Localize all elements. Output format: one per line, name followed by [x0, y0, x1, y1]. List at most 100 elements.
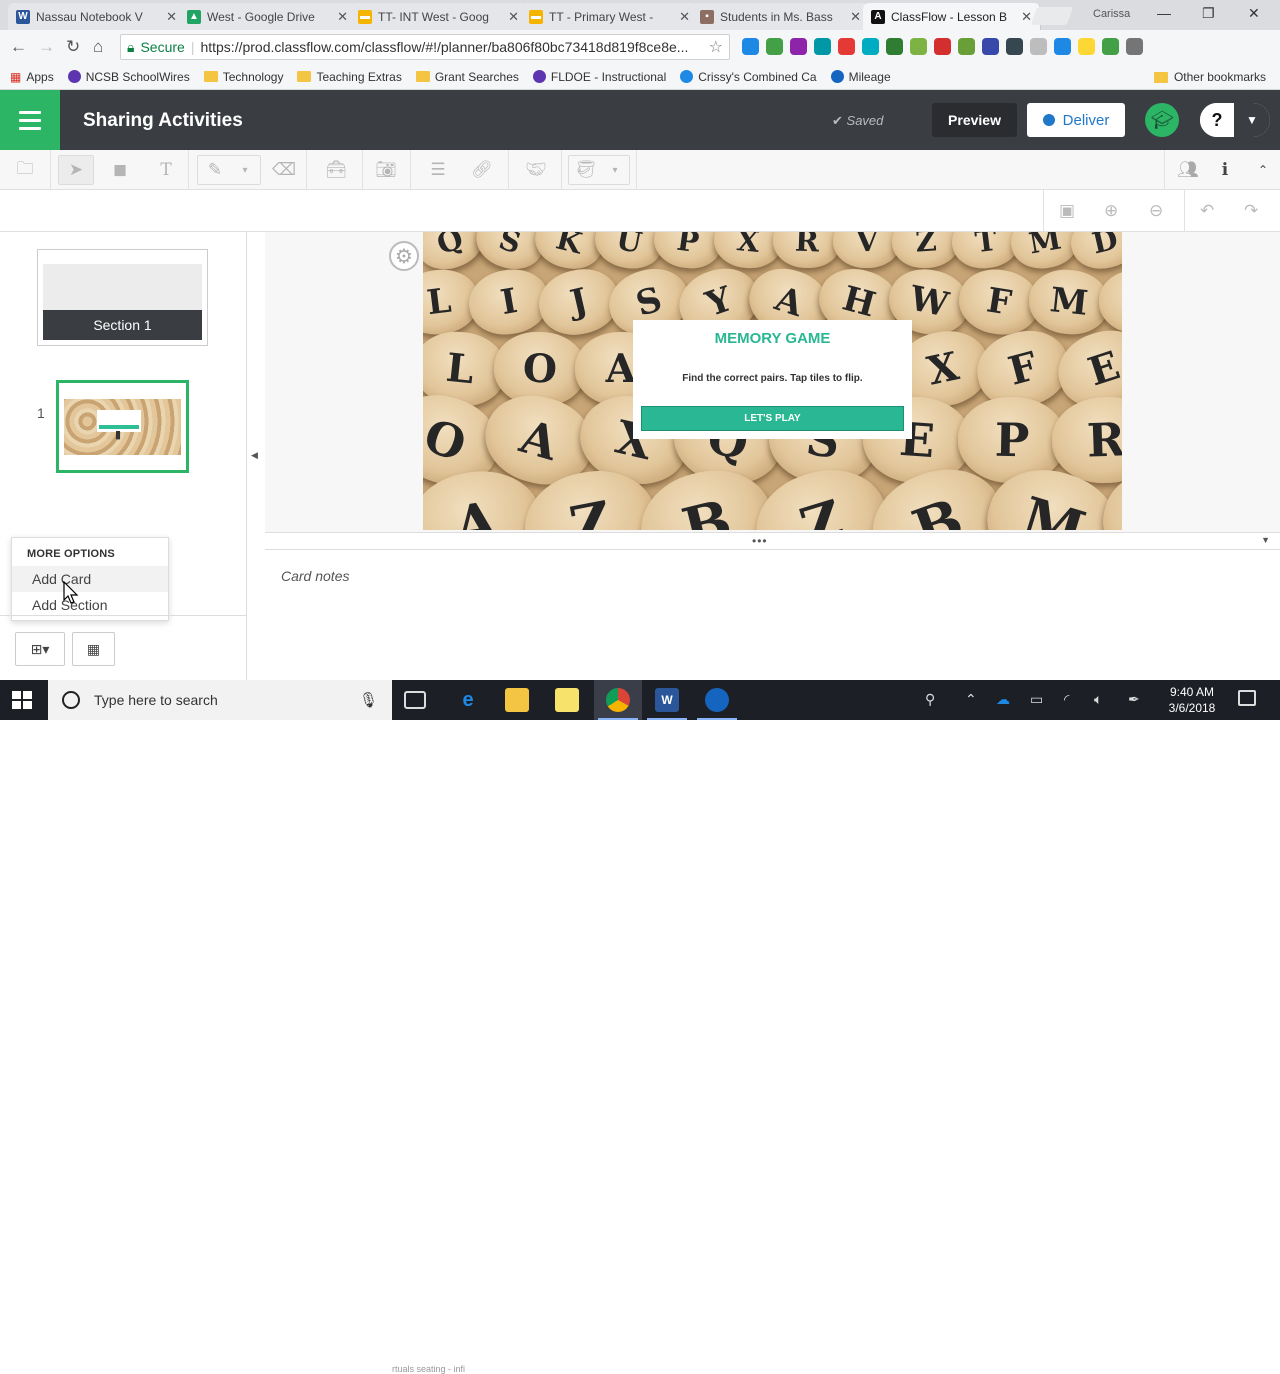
section-card[interactable]: Section 1: [37, 249, 208, 346]
chrome-profile-name[interactable]: Carissa: [1093, 8, 1130, 20]
fill-tool[interactable]: 🪣︎ ▾: [568, 155, 630, 185]
people-icon[interactable]: 👥︎: [1173, 156, 1203, 184]
list-icon[interactable]: ☰: [420, 156, 456, 184]
eraser-icon[interactable]: ⌫: [269, 156, 299, 184]
folder-add-icon[interactable]: 🗀: [10, 156, 40, 184]
settings-gear-icon[interactable]: ⚙: [389, 241, 419, 271]
hamburger-menu-icon[interactable]: [0, 90, 60, 150]
close-window-icon[interactable]: ✕: [1248, 5, 1260, 22]
home-icon[interactable]: ⌂: [93, 37, 103, 57]
onedrive-icon[interactable]: ☁: [996, 691, 1010, 708]
sticky-notes-icon[interactable]: [555, 688, 579, 712]
extension-icon[interactable]: [934, 38, 951, 55]
extension-icon[interactable]: [910, 38, 927, 55]
extension-icon[interactable]: [790, 38, 807, 55]
help-icon[interactable]: ?: [1200, 103, 1234, 137]
collapse-panel-icon[interactable]: ◀: [251, 450, 258, 461]
info-icon[interactable]: ℹ: [1210, 156, 1240, 184]
browser-tab[interactable]: ▪ Students in Ms. Bass ✕: [692, 3, 870, 30]
extension-icon[interactable]: [1054, 38, 1071, 55]
bookmark-item[interactable]: Technology: [203, 70, 283, 84]
extension-icon[interactable]: [862, 38, 879, 55]
notes-resize-bar[interactable]: ••• ▼: [265, 532, 1280, 550]
bookmark-item[interactable]: Crissy's Combined Ca: [680, 70, 817, 84]
shapes-icon[interactable]: ◼: [105, 156, 135, 184]
bookmark-item[interactable]: Grant Searches: [415, 70, 519, 84]
new-tab-button[interactable]: [1030, 7, 1074, 25]
action-center-icon[interactable]: [1238, 690, 1256, 706]
pen-workspace-icon[interactable]: ✒: [1128, 691, 1140, 708]
people-tray-icon[interactable]: ⚲: [925, 691, 935, 708]
tab-close-icon[interactable]: ✕: [679, 9, 690, 25]
tab-close-icon[interactable]: ✕: [850, 9, 861, 25]
add-card-menu-item[interactable]: Add Card: [12, 566, 168, 592]
select-tool[interactable]: ➤: [58, 155, 94, 185]
extension-icon[interactable]: [766, 38, 783, 55]
card-thumbnail[interactable]: ▮: [56, 380, 189, 473]
collapse-notes-icon[interactable]: ▼: [1261, 535, 1270, 545]
collapse-up-icon[interactable]: ⌃: [1248, 156, 1278, 184]
handshake-icon[interactable]: 🤝︎: [518, 156, 554, 184]
pen-tool[interactable]: ✎ ▾: [197, 155, 261, 185]
bookmark-item[interactable]: Mileage: [830, 70, 891, 84]
preview-button[interactable]: Preview: [932, 103, 1017, 137]
windows-start-icon[interactable]: [12, 691, 32, 710]
tab-close-icon[interactable]: ✕: [337, 9, 348, 25]
zoom-out-icon[interactable]: ⊖: [1149, 201, 1163, 221]
extension-icon[interactable]: [982, 38, 999, 55]
chrome-icon[interactable]: [606, 688, 630, 712]
graduation-cap-icon[interactable]: 🎓︎: [1145, 103, 1179, 137]
back-icon[interactable]: ←: [10, 37, 27, 57]
add-card-button[interactable]: ⊞▾: [15, 632, 65, 666]
show-hidden-icons[interactable]: ⌃: [965, 691, 977, 708]
bookmark-item[interactable]: Teaching Extras: [297, 70, 402, 84]
reload-icon[interactable]: ↻: [66, 37, 80, 57]
browser-tab[interactable]: A ClassFlow - Lesson B ✕: [863, 3, 1041, 30]
browser-tab[interactable]: ▬ TT- INT West - Goog ✕: [350, 3, 528, 30]
deliver-button[interactable]: Deliver: [1027, 103, 1125, 137]
extension-icon[interactable]: [1078, 38, 1095, 55]
text-tool-icon[interactable]: T: [151, 156, 181, 184]
redo-icon[interactable]: ↷: [1244, 201, 1258, 221]
wifi-icon[interactable]: ◜: [1064, 691, 1069, 708]
browser-tab[interactable]: W Nassau Notebook V ✕: [8, 3, 186, 30]
browser-tab[interactable]: ▬ TT - Primary West - ✕: [521, 3, 699, 30]
bookmark-star-icon[interactable]: ☆: [709, 37, 723, 57]
extension-icon[interactable]: [838, 38, 855, 55]
forward-icon[interactable]: →: [38, 37, 55, 57]
extension-icon[interactable]: [886, 38, 903, 55]
card-notes-placeholder[interactable]: Card notes: [281, 568, 349, 584]
other-bookmarks[interactable]: Other bookmarks: [1153, 70, 1266, 84]
camera-icon[interactable]: 📷︎: [371, 156, 401, 184]
undo-icon[interactable]: ↶: [1200, 201, 1214, 221]
bookmark-item[interactable]: FLDOE - Instructional: [532, 70, 666, 84]
extension-icon[interactable]: [1102, 38, 1119, 55]
file-explorer-icon[interactable]: [505, 688, 529, 712]
extension-icon[interactable]: [1006, 38, 1023, 55]
tab-close-icon[interactable]: ✕: [508, 9, 519, 25]
word-icon[interactable]: W: [655, 688, 679, 712]
bookmark-item[interactable]: NCSB SchoolWires: [67, 70, 190, 84]
bookmark-item[interactable]: ▦ Apps: [10, 70, 54, 84]
url-text[interactable]: https://prod.classflow.com/classflow/#!/…: [200, 39, 702, 55]
volume-icon[interactable]: 🔈︎: [1094, 691, 1102, 708]
extension-icon[interactable]: [1126, 38, 1143, 55]
tab-close-icon[interactable]: ✕: [166, 9, 177, 25]
taskbar-search[interactable]: Type here to search 🎙︎: [48, 680, 392, 720]
address-bar[interactable]: 🔒︎ Secure | https://prod.classflow.com/c…: [120, 34, 730, 60]
fit-screen-icon[interactable]: ▣: [1059, 201, 1075, 221]
toolbox-icon[interactable]: 🧰︎: [318, 156, 354, 184]
extension-icon[interactable]: [742, 38, 759, 55]
microphone-icon[interactable]: 🎙︎: [359, 691, 378, 709]
lets-play-button[interactable]: LET'S PLAY: [641, 406, 904, 431]
tab-close-icon[interactable]: ✕: [1021, 9, 1032, 25]
zoom-in-icon[interactable]: ⊕: [1104, 201, 1118, 221]
browser-tab[interactable]: ▲ West - Google Drive ✕: [179, 3, 357, 30]
battery-icon[interactable]: ▭: [1030, 691, 1043, 708]
help-menu[interactable]: ? ▼: [1200, 103, 1270, 137]
link-icon[interactable]: 🔗︎: [467, 156, 497, 184]
card-notes-area[interactable]: Card notes: [265, 550, 1280, 680]
extension-icon[interactable]: [814, 38, 831, 55]
taskbar-clock[interactable]: 9:40 AM 3/6/2018: [1163, 684, 1221, 716]
restore-icon[interactable]: ❐: [1202, 5, 1215, 22]
